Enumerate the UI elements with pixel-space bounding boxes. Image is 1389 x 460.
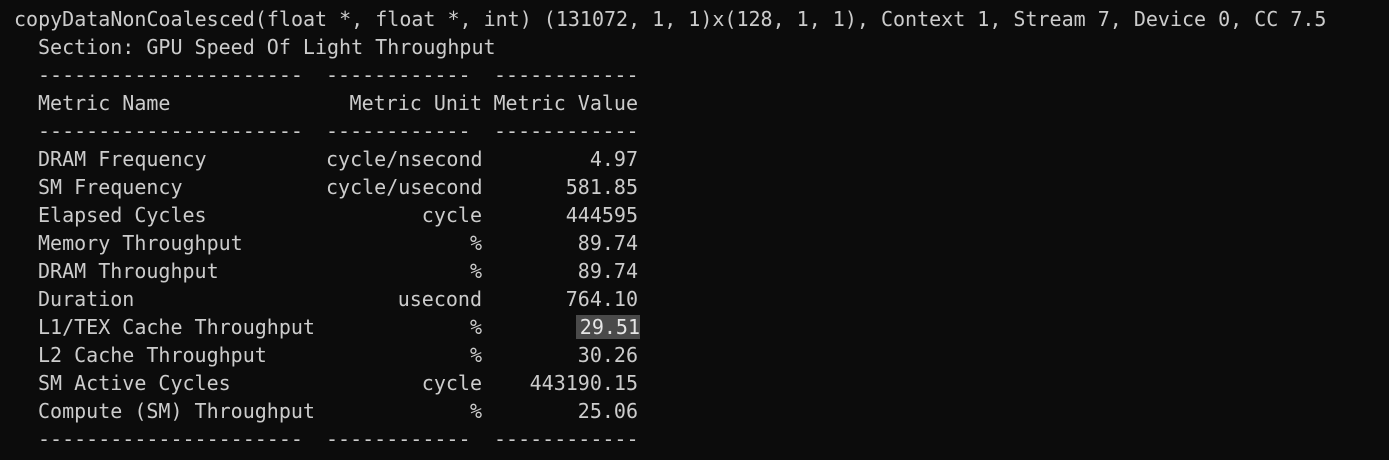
metric-unit: % xyxy=(469,343,482,367)
column-header-name: Metric Name xyxy=(38,91,171,115)
table-row: L1/TEX Cache Throughput% 29.51 xyxy=(0,313,1389,341)
metric-value: 29.51 xyxy=(482,313,640,341)
terminal-output[interactable]: copyDataNonCoalesced(float *, float *, i… xyxy=(0,0,1389,453)
table-separator-bottom: ---------------------- ------------ ------… xyxy=(38,427,638,451)
metric-name: DRAM Throughput xyxy=(38,259,219,283)
metric-name: Duration xyxy=(38,287,135,311)
kernel-signature-line: copyDataNonCoalesced(float *, float *, i… xyxy=(14,7,1327,31)
metric-value: 30.26 xyxy=(577,343,638,367)
metric-value: 444595 xyxy=(565,203,638,227)
table-row: L2 Cache Throughput% 30.26 xyxy=(0,341,1389,369)
metric-value: 764.10 xyxy=(565,287,638,311)
table-row: Duration usecond 764.10 xyxy=(0,285,1389,313)
metric-name: L2 Cache Throughput xyxy=(38,343,267,367)
column-header-value: Metric Value xyxy=(493,91,639,115)
metric-value: 89.74 xyxy=(577,259,638,283)
metric-unit: % xyxy=(469,231,482,255)
metric-name: SM Frequency xyxy=(38,175,183,199)
table-separator-header: ---------------------- ------------ ------… xyxy=(38,119,638,143)
metric-unit: % xyxy=(469,259,482,283)
table-row: DRAM Frequency cycle/nsecond 4.97 xyxy=(0,145,1389,173)
table-row: DRAM Throughput% 89.74 xyxy=(0,257,1389,285)
table-row: Memory Throughput% 89.74 xyxy=(0,229,1389,257)
metric-unit: cycle/usecond xyxy=(326,175,483,199)
table-row: Elapsed Cycles cycle 444595 xyxy=(0,201,1389,229)
metric-name: SM Active Cycles xyxy=(38,371,231,395)
metric-unit: cycle xyxy=(421,203,482,227)
metric-unit: cycle/nsecond xyxy=(326,147,483,171)
metric-name: Compute (SM) Throughput xyxy=(38,399,315,423)
metrics-table-body: DRAM Frequency cycle/nsecond 4.97 SM Freque… xyxy=(0,145,1389,425)
metric-unit: usecond xyxy=(397,287,482,311)
metric-unit: % xyxy=(469,315,482,339)
column-header-unit: Metric Unit xyxy=(349,91,482,115)
metric-value: 443190.15 xyxy=(529,371,638,395)
table-row: Compute (SM) Throughput% 25.06 xyxy=(0,397,1389,425)
metric-value: 25.06 xyxy=(577,399,638,423)
metric-unit: % xyxy=(469,399,482,423)
metric-name: L1/TEX Cache Throughput xyxy=(38,315,315,339)
metric-value: 4.97 xyxy=(589,147,638,171)
section-title: Section: GPU Speed Of Light Throughput xyxy=(38,35,496,59)
table-row: SM Active Cycles cycle 443190.15 xyxy=(0,369,1389,397)
metric-name: Memory Throughput xyxy=(38,231,243,255)
text-selection-highlight[interactable]: 29.51 xyxy=(575,315,640,339)
table-header-row: Metric Name Metric Unit Metric Value xyxy=(0,89,1389,117)
metric-value: 581.85 xyxy=(565,175,638,199)
metric-name: DRAM Frequency xyxy=(38,147,207,171)
metric-value: 89.74 xyxy=(577,231,638,255)
metric-name: Elapsed Cycles xyxy=(38,203,207,227)
table-separator-top: ---------------------- ------------ ------… xyxy=(38,63,638,87)
table-row: SM Frequency cycle/usecond 581.85 xyxy=(0,173,1389,201)
metric-unit: cycle xyxy=(421,371,482,395)
